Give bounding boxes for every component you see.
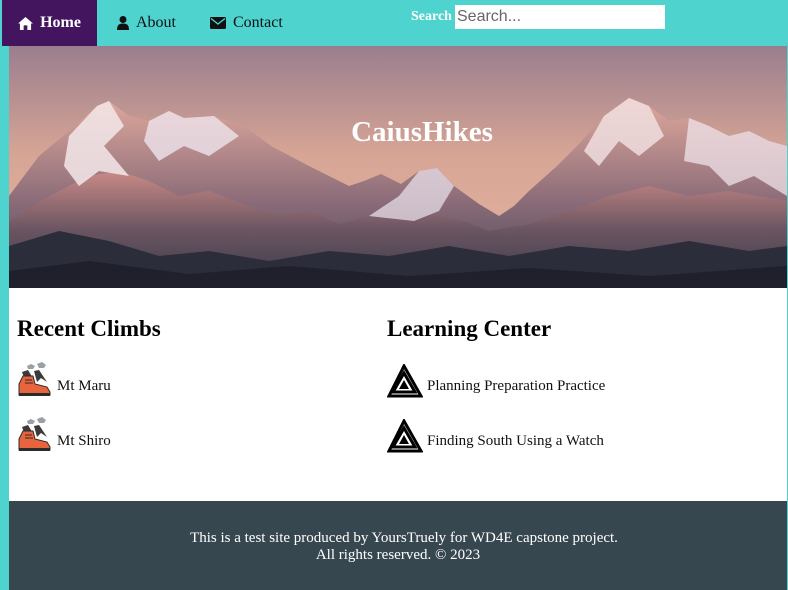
hiking-boot-icon [18,362,51,396]
hero-banner: CaiusHikes [9,46,787,288]
climb-item-mt-maru[interactable]: Mt Maru [17,362,111,398]
top-navigation: Home About Contact Search [0,0,788,46]
site-title: CaiusHikes [351,116,493,148]
footer-text-line1: This is a test site produced by YoursTru… [190,530,618,546]
nav-about-label: About [136,14,176,31]
footer-copyright: All rights reserved. © 2023 [315,547,481,563]
home-icon [18,16,33,30]
climb-item-mt-shiro[interactable]: Mt Shiro [17,417,111,453]
recent-climbs-heading: Recent Climbs [17,316,161,341]
nav-home-link[interactable]: Home [2,0,97,46]
learning-item-planning[interactable]: Planning Preparation Practice [387,364,605,398]
nav-home-label: Home [40,14,81,31]
nav-contact-link[interactable]: Contact [210,0,283,46]
user-icon [117,16,129,30]
learning-label: Planning Preparation Practice [427,378,606,394]
learning-item-finding-south[interactable]: Finding South Using a Watch [387,419,604,453]
learning-center-heading: Learning Center [387,316,552,341]
page-content: CaiusHikes Recent Climbs Mt Maru Mt Shir… [9,46,787,590]
hiking-boot-icon [18,417,51,451]
climb-label: Mt Maru [57,378,111,394]
footer: This is a test site produced by YoursTru… [9,501,787,590]
search-input[interactable] [455,5,665,29]
mountain-image [9,46,787,288]
envelope-icon [210,17,226,29]
triangle-logo-icon [387,364,423,398]
triangle-logo-icon [387,419,423,453]
search-label: Search [411,9,452,24]
climb-label: Mt Shiro [57,433,111,449]
learning-label: Finding South Using a Watch [427,433,604,449]
nav-contact-label: Contact [233,14,283,31]
nav-about-link[interactable]: About [117,0,176,46]
